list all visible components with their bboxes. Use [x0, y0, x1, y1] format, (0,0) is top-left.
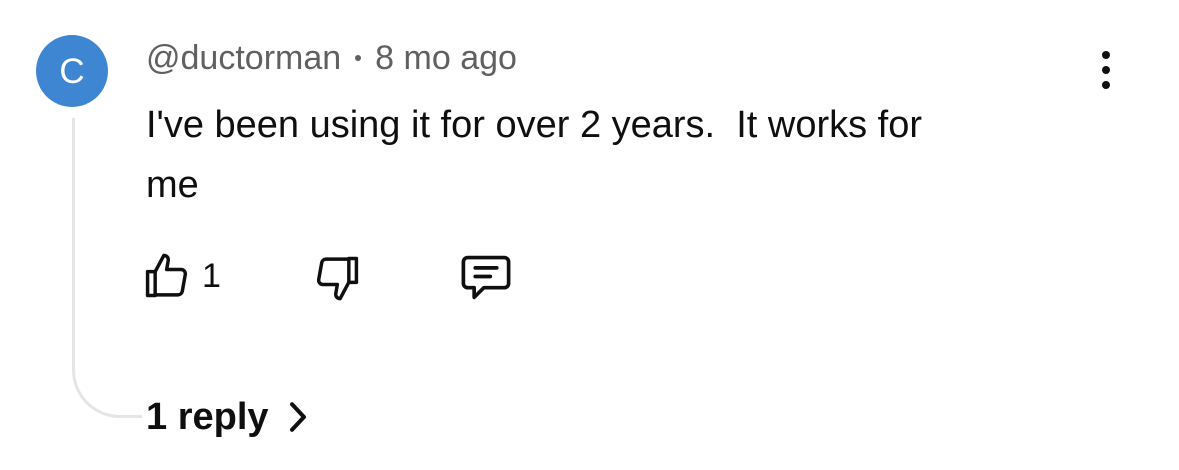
avatar[interactable]: C — [36, 35, 108, 107]
comment-text: I've been using it for over 2 years. It … — [146, 95, 1046, 215]
more-vertical-icon-dot — [1102, 81, 1110, 89]
separator-dot — [355, 55, 362, 62]
author-handle[interactable]: @ductorman — [146, 39, 341, 77]
comment-text-line-1: I've been using it for over 2 years. It … — [146, 104, 923, 146]
reply-button[interactable] — [458, 252, 514, 304]
more-options-button[interactable] — [1086, 47, 1126, 93]
comment-icon — [461, 255, 511, 300]
thread-line — [72, 118, 142, 418]
more-vertical-icon — [1102, 51, 1110, 59]
replies-label: 1 reply — [146, 396, 269, 438]
comment-time: 8 mo ago — [375, 39, 517, 77]
dislike-button[interactable] — [312, 252, 364, 304]
thumbs-up-icon — [145, 253, 188, 298]
avatar-letter: C — [59, 51, 85, 91]
like-count: 1 — [202, 257, 221, 295]
more-vertical-icon-dot — [1102, 66, 1110, 74]
like-button[interactable]: 1 — [140, 250, 221, 302]
chevron-right-icon — [287, 400, 309, 434]
comment-text-line-2: me — [146, 164, 199, 206]
comment-meta: @ductorman 8 mo ago — [146, 38, 517, 78]
view-replies-button[interactable]: 1 reply — [146, 398, 309, 436]
thumbs-down-icon — [316, 256, 359, 301]
